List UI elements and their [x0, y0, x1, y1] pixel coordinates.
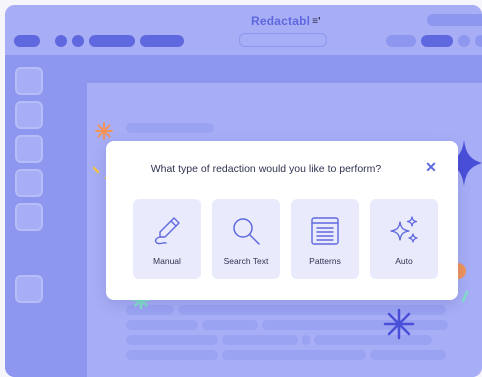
text-line-placeholder [126, 335, 218, 345]
text-line-placeholder [126, 320, 198, 330]
text-line-placeholder [222, 350, 366, 360]
logo-text: Redactabl [251, 14, 311, 28]
sidebar-thumbnail-5[interactable] [15, 203, 43, 231]
option-patterns[interactable]: Patterns [291, 199, 359, 279]
document-lines-icon [311, 217, 339, 245]
toolbar-button-6[interactable] [386, 35, 416, 47]
sidebar-thumbnail-3[interactable] [15, 135, 43, 163]
toolbar-button-5[interactable] [140, 35, 184, 47]
toolbar-button-8[interactable] [458, 35, 470, 47]
option-label: Auto [395, 256, 413, 266]
teal-dash-icon [461, 290, 469, 303]
text-line-placeholder [222, 335, 298, 345]
app-logo: Redactabl ≡' [251, 14, 321, 28]
sidebar [5, 55, 61, 377]
option-label: Patterns [309, 256, 341, 266]
sidebar-thumbnail-1[interactable] [15, 67, 43, 95]
account-button[interactable] [427, 14, 482, 26]
logo-mark: ≡' [312, 16, 321, 27]
toolbar-button-4[interactable] [89, 35, 135, 47]
sidebar-thumbnail-6[interactable] [15, 275, 43, 303]
toolbar-button-9[interactable] [475, 35, 482, 47]
text-line-placeholder [370, 350, 446, 360]
text-line-placeholder [126, 350, 218, 360]
option-manual[interactable]: Manual [133, 199, 201, 279]
sidebar-thumbnail-4[interactable] [15, 169, 43, 197]
option-label: Search Text [223, 256, 269, 266]
text-line-placeholder [262, 320, 448, 330]
toolbar-button-3[interactable] [72, 35, 84, 47]
pen-icon [154, 217, 180, 245]
option-label: Manual [153, 256, 181, 266]
toolbar-button-1[interactable] [14, 35, 40, 47]
magnifier-icon [233, 218, 260, 245]
dialog-title: What type of redaction would you like to… [150, 163, 382, 175]
close-icon[interactable]: ✕ [424, 159, 438, 175]
toolbar-button-2[interactable] [55, 35, 67, 47]
option-auto[interactable]: Auto [370, 199, 438, 279]
sparkles-icon [390, 216, 418, 243]
sidebar-thumbnail-2[interactable] [15, 101, 43, 129]
text-line-placeholder [202, 320, 258, 330]
heading-placeholder [126, 123, 214, 133]
document-name-field[interactable] [239, 33, 327, 47]
option-search-text[interactable]: Search Text [212, 199, 280, 279]
redaction-type-dialog: What type of redaction would you like to… [106, 141, 458, 300]
text-line-placeholder [302, 335, 310, 345]
orange-asterisk-icon [95, 122, 113, 140]
navy-asterisk-icon [383, 308, 415, 340]
top-toolbar: Redactabl ≡' [5, 5, 482, 55]
toolbar-button-7[interactable] [421, 35, 453, 47]
